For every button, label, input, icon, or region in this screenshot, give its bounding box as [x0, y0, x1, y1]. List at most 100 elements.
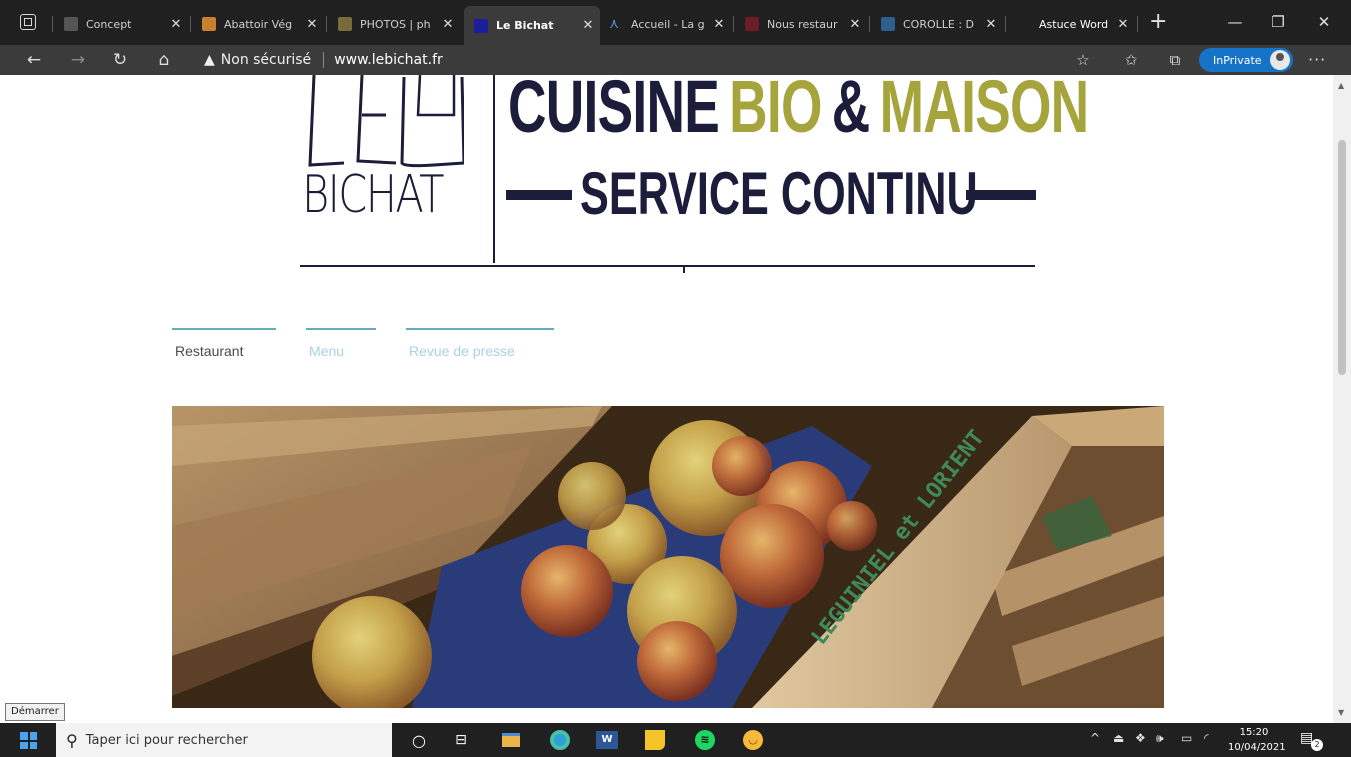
tab-concept[interactable]: Concept ✕: [58, 8, 188, 40]
logo-underline: [300, 265, 1035, 267]
hero-image-apples-crate: LEGUINIEL et LORIENT: [172, 406, 1164, 708]
refresh-button[interactable]: ↻: [106, 48, 134, 72]
tab-separator: [326, 16, 327, 32]
tagline-bio: BIO: [729, 75, 822, 148]
tab-title: Nous restaur: [767, 17, 838, 31]
minimize-button[interactable]: —: [1220, 10, 1250, 34]
settings-menu-button[interactable]: ···: [1308, 48, 1326, 72]
page-favicon-icon: ⋏: [609, 16, 620, 32]
notification-count-badge: 2: [1311, 739, 1323, 751]
cortana-icon[interactable]: ○: [406, 728, 432, 752]
tray-overflow-icon[interactable]: ^: [1090, 731, 1100, 745]
page-scrollbar[interactable]: ▲ ▼: [1333, 75, 1351, 723]
close-tab-icon[interactable]: ✕: [304, 17, 320, 32]
tab-photos[interactable]: PHOTOS | ph ✕: [332, 8, 460, 40]
scroll-up-icon[interactable]: ▲: [1338, 81, 1344, 90]
nav-label: Revue de presse: [409, 343, 515, 359]
close-tab-icon[interactable]: ✕: [847, 17, 863, 32]
emoji-app-icon[interactable]: ◡: [740, 728, 766, 752]
notification-center-icon[interactable]: ▤ 2: [1300, 730, 1323, 751]
forward-button[interactable]: →: [64, 48, 92, 72]
nav-item-menu[interactable]: Menu: [306, 328, 376, 368]
close-tab-icon[interactable]: ✕: [168, 17, 184, 32]
close-tab-icon[interactable]: ✕: [983, 17, 999, 32]
sticky-notes-icon[interactable]: [642, 728, 668, 752]
edge-icon[interactable]: [547, 728, 573, 752]
volume-icon[interactable]: 🕪: [1156, 731, 1164, 746]
tab-accueil[interactable]: ⋏ Accueil - La g ✕: [603, 8, 731, 40]
nav-indicator: [406, 328, 554, 330]
tab-title: COROLLE : D: [903, 17, 975, 31]
clock-date: 10/04/2021: [1228, 742, 1286, 753]
system-clock[interactable]: 15:20 10/04/2021: [1228, 725, 1286, 755]
collections-icon[interactable]: ⧉: [1162, 48, 1188, 72]
page-favicon-icon: [1017, 17, 1031, 31]
inprivate-label: InPrivate: [1213, 53, 1262, 67]
tab-separator: [1005, 16, 1006, 32]
warning-icon[interactable]: ▲: [204, 52, 215, 68]
battery-icon[interactable]: ▭: [1181, 731, 1192, 745]
close-tab-icon[interactable]: ✕: [711, 17, 727, 32]
close-window-button[interactable]: ✕: [1309, 10, 1339, 34]
page-favicon-icon: [64, 17, 78, 31]
tab-separator: [733, 16, 734, 32]
tab-separator: [1137, 16, 1138, 32]
security-label[interactable]: Non sécurisé: [221, 52, 311, 68]
file-explorer-icon[interactable]: [498, 728, 524, 752]
page-favicon-icon: [474, 18, 488, 33]
clock-time: 15:20: [1239, 727, 1269, 738]
spotify-icon[interactable]: ≋: [692, 728, 718, 752]
tab-nous-restaurants[interactable]: Nous restaur ✕: [739, 8, 867, 40]
service-bar-right: [966, 190, 1036, 200]
nav-item-revue-de-presse[interactable]: Revue de presse: [406, 328, 554, 368]
start-tooltip: Démarrer: [5, 703, 65, 721]
add-favorite-icon[interactable]: ☆: [1070, 48, 1096, 72]
tab-abattoir[interactable]: Abattoir Vég ✕: [196, 8, 324, 40]
logo-tagline: CUISINE BIO & MAISON: [508, 75, 1090, 148]
home-button[interactable]: ⌂: [150, 48, 178, 72]
new-tab-button[interactable]: +: [1149, 10, 1167, 34]
address-bar[interactable]: ▲ Non sécurisé www.lebichat.fr: [190, 47, 1090, 73]
web-page: LE BICHAT CUISINE BIO & MAISON SERVICE C…: [0, 75, 1333, 723]
tagline-cuisine: CUISINE: [508, 75, 720, 148]
tab-corolle[interactable]: COROLLE : D ✕: [875, 8, 1003, 40]
tab-separator: [52, 16, 53, 32]
windows-taskbar: ⚲ Taper ici pour rechercher ○ ⊟ W ≋ ◡ ^ …: [0, 723, 1351, 757]
tab-title: PHOTOS | ph: [360, 17, 431, 31]
hero-photo: LEGUINIEL et LORIENT: [172, 406, 1164, 708]
word-icon[interactable]: W: [594, 728, 620, 752]
taskbar-search-box[interactable]: ⚲ Taper ici pour rechercher: [56, 723, 392, 757]
windows-start-icon[interactable]: [20, 732, 37, 749]
nav-label: Restaurant: [175, 343, 244, 359]
scroll-down-icon[interactable]: ▼: [1338, 708, 1344, 717]
search-icon: ⚲: [66, 730, 78, 750]
restore-button[interactable]: ❐: [1263, 10, 1293, 34]
nav-label: Menu: [309, 343, 345, 359]
close-tab-icon[interactable]: ✕: [580, 18, 596, 33]
page-favicon-icon: [881, 17, 895, 31]
page-favicon-icon: [202, 17, 216, 31]
task-view-icon[interactable]: ⊟: [448, 728, 474, 752]
tab-title: Le Bichat: [496, 19, 554, 32]
url-text[interactable]: www.lebichat.fr: [334, 52, 443, 68]
scroll-thumb[interactable]: [1338, 140, 1346, 375]
tab-le-bichat[interactable]: Le Bichat ✕: [464, 6, 600, 45]
inprivate-button[interactable]: InPrivate: [1199, 48, 1293, 72]
nav-active-indicator: [172, 328, 276, 330]
dropbox-icon[interactable]: ❖: [1135, 731, 1146, 745]
favorites-icon[interactable]: ✩: [1118, 48, 1144, 72]
service-continu-text: SERVICE CONTINU: [580, 160, 978, 227]
nav-item-restaurant[interactable]: Restaurant: [172, 328, 276, 368]
close-tab-icon[interactable]: ✕: [440, 17, 456, 32]
tab-actions-icon[interactable]: [20, 14, 36, 30]
service-continu-banner: SERVICE CONTINU: [506, 163, 1036, 225]
wifi-icon[interactable]: ◜: [1204, 731, 1209, 745]
tagline-maison: MAISON: [879, 75, 1090, 148]
site-logo[interactable]: LE BICHAT CUISINE BIO & MAISON SERVICE C…: [300, 75, 1089, 275]
logo-divider: [493, 75, 495, 263]
tab-astuce-word[interactable]: Astuce Word ✕: [1011, 8, 1135, 40]
usb-device-icon[interactable]: ⏏: [1113, 731, 1124, 745]
back-button[interactable]: ←: [20, 48, 48, 72]
close-tab-icon[interactable]: ✕: [1115, 17, 1131, 32]
page-favicon-icon: [338, 17, 352, 31]
